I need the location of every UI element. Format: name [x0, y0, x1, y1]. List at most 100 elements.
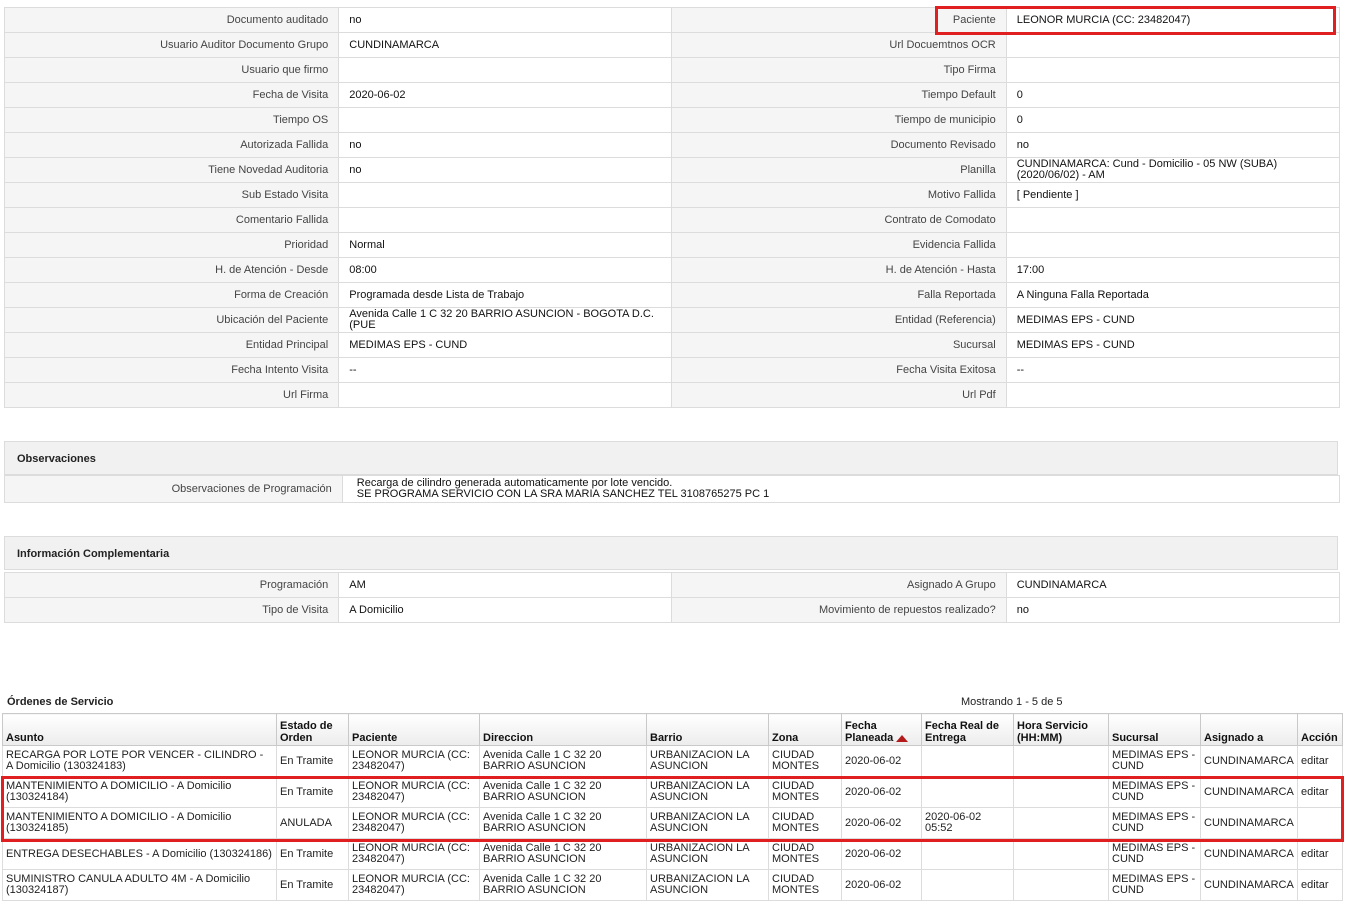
sort-ascending-icon[interactable] [896, 734, 909, 742]
orders-title: Órdenes de Servicio [7, 696, 114, 708]
col-header-asignado-a[interactable]: Asignado a [1200, 713, 1298, 746]
h-de-atencion-desde-value: 08:00 [338, 257, 673, 283]
order-fecha-cell: 2020-06-02 [841, 776, 922, 808]
order-barrio-cell: URBANIZACION LA ASUNCION [646, 776, 769, 808]
order-estado-cell: En Tramite [276, 838, 349, 870]
order-asunto-cell: MANTENIMIENTO A DOMICILIO - A Domicilio … [2, 807, 277, 839]
documento-revisado-label: Documento Revisado [671, 132, 1007, 158]
detail-row: H. de Atención - Desde 08:00 H. de Atenció… [3, 257, 1341, 283]
fecha-de-visita-value: 2020-06-02 [338, 82, 673, 108]
detail-row: Usuario Auditor Documento Grupo CUNDINAMA… [3, 32, 1341, 58]
order-direccion-cell: Avenida Calle 1 C 32 20 BARRIO ASUNCION [479, 869, 647, 901]
col-header-label: Paciente [352, 732, 398, 744]
col-header-hora-servicio-hh-mm[interactable]: Hora Servicio (HH:MM) [1013, 713, 1109, 746]
detail-row: Prioridad Normal Evidencia Fallida [3, 232, 1341, 258]
col-header-fecha-planeada[interactable]: Fecha Planeada [841, 713, 922, 746]
col-header-barrio[interactable]: Barrio [646, 713, 769, 746]
observaciones-value: Recarga de cilindro generada automaticam… [341, 475, 1341, 503]
evidencia-fallida-value [1005, 232, 1341, 258]
tipo-firma-label: Tipo Firma [671, 57, 1007, 83]
contrato-de-comodato-value [1005, 207, 1341, 233]
col-header-direccion[interactable]: Direccion [479, 713, 647, 746]
paciente-label: Paciente [671, 7, 1007, 33]
order-hora-cell [1013, 807, 1109, 839]
col-header-accion[interactable]: Acción [1297, 713, 1343, 746]
entidad-referencia-label: Entidad (Referencia) [671, 307, 1007, 333]
edit-order-link[interactable]: editar [1301, 848, 1329, 860]
col-header-label: Direccion [483, 732, 534, 744]
order-asignado-cell: CUNDINAMARCA [1200, 776, 1298, 808]
fecha-intento-visita-label: Fecha Intento Visita [3, 357, 340, 383]
order-direccion-cell: Avenida Calle 1 C 32 20 BARRIO ASUNCION [479, 745, 647, 777]
detail-row: Usuario que firmo Tipo Firma [3, 57, 1341, 83]
order-estado-cell: En Tramite [276, 869, 349, 901]
edit-order-link[interactable]: editar [1301, 786, 1329, 798]
asignado-a-grupo-value: CUNDINAMARCA [1005, 572, 1341, 598]
col-header-label: Asunto [6, 732, 44, 744]
edit-order-link[interactable]: editar [1301, 879, 1329, 891]
order-real-cell [921, 838, 1014, 870]
documento-auditado-value: no [338, 7, 673, 33]
order-real-cell [921, 776, 1014, 808]
col-header-sucursal[interactable]: Sucursal [1108, 713, 1201, 746]
falla-reportada-label: Falla Reportada [671, 282, 1007, 308]
order-fecha-cell: 2020-06-02 [841, 869, 922, 901]
col-header-asunto[interactable]: Asunto [2, 713, 277, 746]
visit-details-table: Documento auditado no Paciente LEONOR MURCI… [3, 7, 1341, 408]
evidencia-fallida-label: Evidencia Fallida [671, 232, 1007, 258]
col-header-estado-de-orden[interactable]: Estado de Orden [276, 713, 349, 746]
programacion-label: Programación [3, 572, 340, 598]
order-action-cell: editar [1297, 776, 1343, 808]
sucursal-value: MEDIMAS EPS - CUND [1005, 332, 1341, 358]
observaciones-table: Observaciones de Programación Recarga de… [4, 475, 1341, 503]
order-zona-cell: CIUDAD MONTES [768, 869, 842, 901]
col-header-label: Fecha Real de Entrega [925, 720, 999, 744]
prioridad-label: Prioridad [3, 232, 340, 258]
order-paciente-cell: LEONOR MURCIA (CC: 23482047) [348, 807, 480, 839]
detail-row: Sub Estado Visita Motivo Fallida[ Pendien… [3, 182, 1341, 208]
edit-order-link[interactable]: editar [1301, 755, 1329, 767]
order-fecha-cell: 2020-06-02 [841, 807, 922, 839]
order-row: ENTREGA DESECHABLES - A Domicilio (13032… [2, 838, 1343, 870]
col-header-fecha-real-de-entrega[interactable]: Fecha Real de Entrega [921, 713, 1014, 746]
order-asignado-cell: CUNDINAMARCA [1200, 807, 1298, 839]
col-header-label: Zona [772, 732, 799, 744]
prioridad-value: Normal [338, 232, 673, 258]
order-sucursal-cell: MEDIMAS EPS - CUND [1108, 745, 1201, 777]
order-asignado-cell: CUNDINAMARCA [1200, 869, 1298, 901]
order-fecha-cell: 2020-06-02 [841, 745, 922, 777]
order-hora-cell [1013, 745, 1109, 777]
url-docuemtnos-ocr-label: Url Docuemtnos OCR [671, 32, 1007, 58]
detail-row: Entidad Principal MEDIMAS EPS - CUND Sucur… [3, 332, 1341, 358]
col-header-paciente[interactable]: Paciente [348, 713, 480, 746]
order-action-cell: editar [1297, 838, 1343, 870]
usuario-que-firmo-label: Usuario que firmo [3, 57, 340, 83]
movimiento-de-repuestos-realizado-value: no [1005, 597, 1341, 623]
order-sucursal-cell: MEDIMAS EPS - CUND [1108, 869, 1201, 901]
observaciones-label: Observaciones de Programación [4, 475, 343, 503]
order-real-cell [921, 869, 1014, 901]
orders-count: Mostrando 1 - 5 de 5 [961, 696, 1063, 708]
order-asunto-cell: ENTREGA DESECHABLES - A Domicilio (13032… [2, 838, 277, 870]
order-paciente-cell: LEONOR MURCIA (CC: 23482047) [348, 869, 480, 901]
order-paciente-cell: LEONOR MURCIA (CC: 23482047) [348, 776, 480, 808]
order-direccion-cell: Avenida Calle 1 C 32 20 BARRIO ASUNCION [479, 838, 647, 870]
tiempo-default-value: 0 [1005, 82, 1341, 108]
col-header-label: Hora Servicio (HH:MM) [1017, 720, 1088, 744]
usuario-auditor-documento-grupo-value: CUNDINAMARCA [338, 32, 673, 58]
motivo-fallida-label: Motivo Fallida [671, 182, 1007, 208]
detail-row: Fecha de Visita 2020-06-02 Tiempo Default 0 [3, 82, 1341, 108]
order-barrio-cell: URBANIZACION LA ASUNCION [646, 807, 769, 839]
col-header-zona[interactable]: Zona [768, 713, 842, 746]
order-asignado-cell: CUNDINAMARCA [1200, 745, 1298, 777]
detail-row: Autorizada Fallida no Documento Revisado no [3, 132, 1341, 158]
order-real-cell [921, 745, 1014, 777]
order-barrio-cell: URBANIZACION LA ASUNCION [646, 745, 769, 777]
url-firma-value [338, 382, 673, 408]
contrato-de-comodato-label: Contrato de Comodato [671, 207, 1007, 233]
order-hora-cell [1013, 776, 1109, 808]
order-row: MANTENIMIENTO A DOMICILIO - A Domicilio … [2, 776, 1343, 808]
detail-row: Comentario Fallida Contrato de Comodato [3, 207, 1341, 233]
detail-row: Programación AM Asignado A Grupo CUNDINAMAR… [3, 572, 1341, 598]
url-firma-label: Url Firma [3, 382, 340, 408]
